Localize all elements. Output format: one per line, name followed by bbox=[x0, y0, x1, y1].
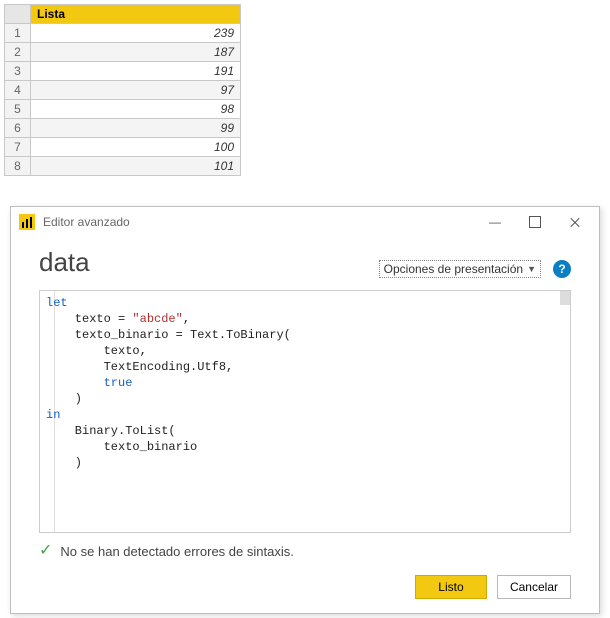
done-button[interactable]: Listo bbox=[415, 575, 487, 599]
help-icon[interactable]: ? bbox=[553, 260, 571, 278]
maximize-button[interactable] bbox=[515, 208, 555, 236]
cell-value[interactable]: 239 bbox=[31, 24, 241, 43]
header-corner[interactable] bbox=[5, 5, 31, 24]
cell-value[interactable]: 97 bbox=[31, 81, 241, 100]
row-index[interactable]: 7 bbox=[5, 138, 31, 157]
table-row[interactable]: 3191 bbox=[5, 62, 241, 81]
row-index[interactable]: 2 bbox=[5, 43, 31, 62]
data-table[interactable]: Lista 12392187319149759869971008101 bbox=[4, 4, 241, 176]
row-index[interactable]: 6 bbox=[5, 119, 31, 138]
close-button[interactable] bbox=[555, 208, 595, 236]
row-index[interactable]: 1 bbox=[5, 24, 31, 43]
scrollbar[interactable] bbox=[560, 291, 570, 305]
table-row[interactable]: 7100 bbox=[5, 138, 241, 157]
chevron-down-icon: ▼ bbox=[527, 264, 536, 274]
advanced-editor-dialog: Editor avanzado — data Opciones de prese… bbox=[10, 206, 600, 614]
display-options-dropdown[interactable]: Opciones de presentación ▼ bbox=[379, 260, 541, 278]
cell-value[interactable]: 191 bbox=[31, 62, 241, 81]
table-row[interactable]: 497 bbox=[5, 81, 241, 100]
code-editor[interactable]: let texto = "abcde", texto_binario = Tex… bbox=[39, 290, 571, 533]
cell-value[interactable]: 100 bbox=[31, 138, 241, 157]
check-icon: ✓ bbox=[39, 543, 52, 559]
table-row[interactable]: 699 bbox=[5, 119, 241, 138]
row-index[interactable]: 5 bbox=[5, 100, 31, 119]
table-row[interactable]: 598 bbox=[5, 100, 241, 119]
column-header-lista[interactable]: Lista bbox=[31, 5, 241, 24]
cancel-button[interactable]: Cancelar bbox=[497, 575, 571, 599]
titlebar[interactable]: Editor avanzado — bbox=[11, 207, 599, 237]
status-row: ✓ No se han detectado errores de sintaxi… bbox=[39, 543, 571, 559]
table-row[interactable]: 1239 bbox=[5, 24, 241, 43]
cell-value[interactable]: 101 bbox=[31, 157, 241, 176]
cell-value[interactable]: 98 bbox=[31, 100, 241, 119]
status-text: No se han detectado errores de sintaxis. bbox=[60, 544, 293, 559]
minimize-button[interactable]: — bbox=[475, 208, 515, 236]
row-index[interactable]: 3 bbox=[5, 62, 31, 81]
table-row[interactable]: 8101 bbox=[5, 157, 241, 176]
app-icon bbox=[19, 214, 35, 230]
table-row[interactable]: 2187 bbox=[5, 43, 241, 62]
query-title: data bbox=[39, 247, 90, 278]
display-options-label: Opciones de presentación bbox=[384, 262, 523, 276]
window-title: Editor avanzado bbox=[43, 215, 475, 229]
cell-value[interactable]: 99 bbox=[31, 119, 241, 138]
code-content[interactable]: let texto = "abcde", texto_binario = Tex… bbox=[40, 291, 560, 532]
cell-value[interactable]: 187 bbox=[31, 43, 241, 62]
row-index[interactable]: 8 bbox=[5, 157, 31, 176]
row-index[interactable]: 4 bbox=[5, 81, 31, 100]
